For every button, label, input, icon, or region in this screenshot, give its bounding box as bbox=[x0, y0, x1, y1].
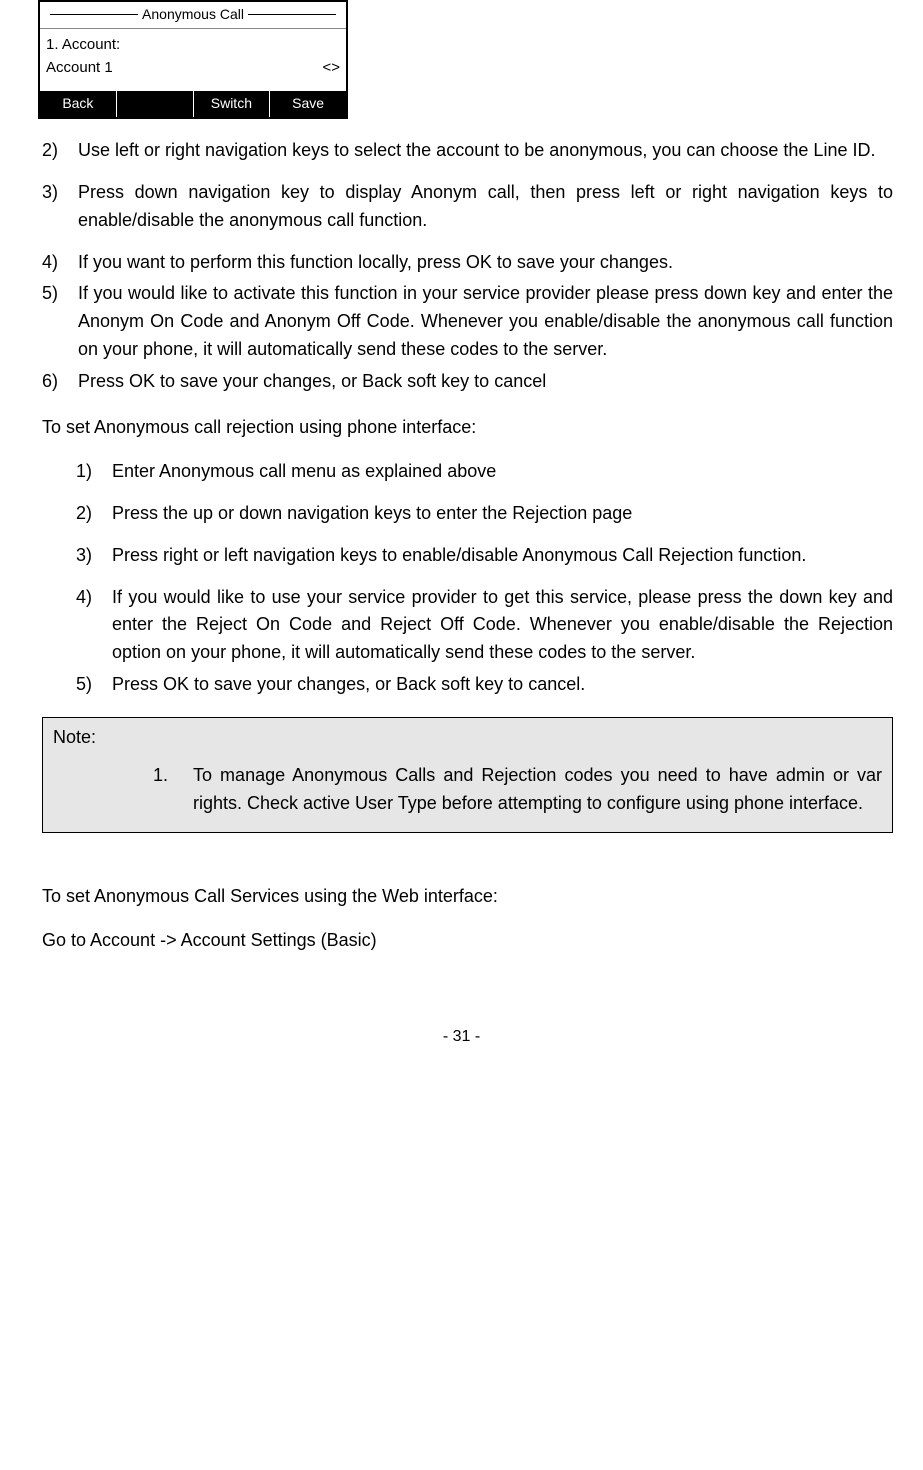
list-item: 1) Enter Anonymous call menu as explaine… bbox=[76, 458, 893, 486]
softkey-blank bbox=[117, 91, 194, 117]
list-marker: 2) bbox=[42, 137, 78, 165]
list-item: 3) Press down navigation key to display … bbox=[42, 179, 893, 235]
list-body: If you would like to activate this funct… bbox=[78, 280, 893, 364]
list-body: Use left or right navigation keys to sel… bbox=[78, 137, 893, 165]
list-marker: 3) bbox=[42, 179, 78, 235]
steps-list-a: 2) Use left or right navigation keys to … bbox=[30, 137, 893, 396]
list-item: 5) If you would like to activate this fu… bbox=[42, 280, 893, 364]
softkey-back: Back bbox=[40, 91, 117, 117]
list-item: 3) Press right or left navigation keys t… bbox=[76, 542, 893, 570]
list-item: 5) Press OK to save your changes, or Bac… bbox=[76, 671, 893, 699]
phone-account-value: Account 1 bbox=[46, 56, 113, 79]
list-item: 4) If you would like to use your service… bbox=[76, 584, 893, 668]
phone-ui-illustration: Anonymous Call 1. Account: Account 1 <> … bbox=[38, 0, 348, 119]
note-box: Note: 1. To manage Anonymous Calls and R… bbox=[42, 717, 893, 833]
heading-rejection: To set Anonymous call rejection using ph… bbox=[42, 414, 893, 442]
list-marker: 5) bbox=[76, 671, 112, 699]
phone-title: Anonymous Call bbox=[142, 4, 244, 26]
list-item: 6) Press OK to save your changes, or Bac… bbox=[42, 368, 893, 396]
list-body: If you want to perform this function loc… bbox=[78, 249, 893, 277]
list-body: Press OK to save your changes, or Back s… bbox=[112, 671, 893, 699]
softkey-switch: Switch bbox=[194, 91, 271, 117]
phone-body: 1. Account: Account 1 <> bbox=[40, 29, 346, 92]
heading-web: To set Anonymous Call Services using the… bbox=[42, 883, 893, 911]
phone-softkeys: Back Switch Save bbox=[40, 91, 346, 117]
list-body: If you would like to use your service pr… bbox=[112, 584, 893, 668]
phone-titlebar: Anonymous Call bbox=[40, 2, 346, 29]
phone-selector-glyph: <> bbox=[322, 56, 340, 79]
note-label: Note: bbox=[53, 724, 882, 752]
list-marker: 1) bbox=[76, 458, 112, 486]
list-marker: 4) bbox=[42, 249, 78, 277]
list-marker: 5) bbox=[42, 280, 78, 364]
list-marker: 6) bbox=[42, 368, 78, 396]
list-marker: 3) bbox=[76, 542, 112, 570]
note-item: 1. To manage Anonymous Calls and Rejecti… bbox=[153, 762, 882, 818]
steps-list-b: 1) Enter Anonymous call menu as explaine… bbox=[30, 458, 893, 699]
list-body: Press OK to save your changes, or Back s… bbox=[78, 368, 893, 396]
softkey-save: Save bbox=[270, 91, 346, 117]
list-body: Press down navigation key to display Ano… bbox=[78, 179, 893, 235]
list-item: 2) Use left or right navigation keys to … bbox=[42, 137, 893, 165]
list-body: Enter Anonymous call menu as explained a… bbox=[112, 458, 893, 486]
note-marker: 1. bbox=[153, 762, 193, 818]
list-item: 2) Press the up or down navigation keys … bbox=[76, 500, 893, 528]
page-number: - 31 - bbox=[30, 1025, 893, 1050]
phone-row-label: 1. Account: bbox=[46, 33, 340, 56]
note-body: To manage Anonymous Calls and Rejection … bbox=[193, 762, 882, 818]
list-marker: 4) bbox=[76, 584, 112, 668]
list-body: Press right or left navigation keys to e… bbox=[112, 542, 893, 570]
list-body: Press the up or down navigation keys to … bbox=[112, 500, 893, 528]
list-item: 4) If you want to perform this function … bbox=[42, 249, 893, 277]
web-path: Go to Account -> Account Settings (Basic… bbox=[42, 927, 893, 955]
list-marker: 2) bbox=[76, 500, 112, 528]
